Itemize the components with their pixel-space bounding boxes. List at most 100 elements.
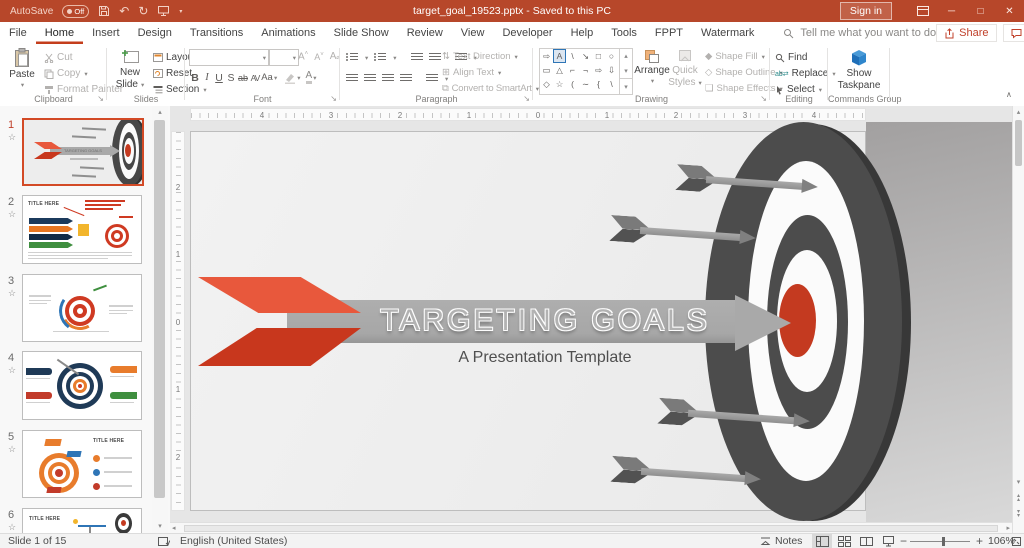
tab-developer[interactable]: Developer <box>493 22 561 44</box>
font-color-icon[interactable]: A <box>306 71 313 84</box>
highlight-pen-icon[interactable] <box>284 72 296 84</box>
slide-subtitle[interactable]: A Presentation Template <box>350 349 740 367</box>
slide-thumbnail-2[interactable]: TITLE HERE <box>22 195 142 264</box>
autosave-toggle[interactable]: Off <box>62 5 89 18</box>
animation-star-icon[interactable]: ☆ <box>8 288 16 299</box>
scroll-right-icon[interactable]: ▸ <box>1006 524 1010 532</box>
slide-sorter-view-button[interactable] <box>834 534 854 548</box>
new-slide-button[interactable]: New Slide▾ <box>111 48 149 90</box>
bullets-icon[interactable] <box>346 53 358 62</box>
share-button[interactable]: Share <box>936 24 996 42</box>
shapes-more-icon[interactable]: ▾ <box>620 78 632 94</box>
tab-insert[interactable]: Insert <box>83 22 129 44</box>
shape-arrow-icon[interactable]: ⇨ <box>540 49 553 63</box>
tab-help[interactable]: Help <box>562 22 603 44</box>
zoom-slider[interactable] <box>910 534 970 548</box>
vertical-scrollbar-thumb[interactable] <box>1015 120 1022 166</box>
decrease-indent-icon[interactable] <box>411 53 423 62</box>
animation-star-icon[interactable]: ☆ <box>8 209 16 220</box>
ribbon-display-options-icon[interactable] <box>908 0 937 22</box>
tab-animations[interactable]: Animations <box>252 22 324 44</box>
shape-brace-icon[interactable]: { <box>592 77 605 91</box>
scroll-left-icon[interactable]: ◂ <box>172 524 176 532</box>
clipboard-dialog-launcher-icon[interactable]: ↘ <box>97 94 104 103</box>
shape-arc-icon[interactable]: ( <box>566 77 579 91</box>
maximize-button[interactable]: □ <box>966 0 995 22</box>
slide-thumbnail-5[interactable]: TITLE HERE <box>22 430 142 498</box>
sign-in-button[interactable]: Sign in <box>840 2 892 20</box>
tab-review[interactable]: Review <box>398 22 452 44</box>
align-left-icon[interactable] <box>346 74 358 83</box>
shape-block-arrow-icon[interactable]: ⇨ <box>592 63 605 77</box>
shape-fill-button[interactable]: ◆ Shape Fill ▾ <box>705 49 765 64</box>
shape-elbow2-icon[interactable]: ¬ <box>579 63 592 77</box>
paragraph-dialog-launcher-icon[interactable]: ↘ <box>523 94 530 103</box>
paste-button[interactable]: Paste ▾ <box>6 48 38 89</box>
text-shadow-button[interactable]: S <box>225 71 237 85</box>
text-direction-button[interactable]: ⇅ Text Direction ▾ <box>442 49 518 64</box>
panel-scrollbar-thumb[interactable] <box>154 120 165 498</box>
slideshow-view-button[interactable] <box>878 534 898 548</box>
shape-elbow-icon[interactable]: ⌐ <box>566 63 579 77</box>
tab-fppt[interactable]: FPPT <box>646 22 692 44</box>
copy-button[interactable]: Copy ▾ <box>44 66 88 81</box>
fit-slide-button[interactable] <box>1011 534 1022 548</box>
shape-curve-icon[interactable]: ∼ <box>579 77 592 91</box>
slide-thumbnail-4[interactable] <box>22 351 142 420</box>
tab-slide-show[interactable]: Slide Show <box>325 22 398 44</box>
shapes-scroll-down-icon[interactable]: ▾ <box>620 64 632 79</box>
notes-button[interactable]: Notes <box>760 534 802 548</box>
shape-star-icon[interactable]: ☆ <box>553 77 566 91</box>
cut-button[interactable]: Cut <box>44 50 73 65</box>
shape-rounded-rect-icon[interactable]: ▭ <box>540 63 553 77</box>
shape-scribble-icon[interactable]: \ <box>605 77 618 91</box>
align-right-icon[interactable] <box>382 74 394 83</box>
shape-freeform-icon[interactable]: ◇ <box>540 77 553 91</box>
align-center-icon[interactable] <box>364 74 376 83</box>
undo-icon[interactable]: ↶ <box>119 4 129 18</box>
save-icon[interactable] <box>98 5 110 17</box>
tab-design[interactable]: Design <box>129 22 181 44</box>
redo-icon[interactable]: ↻ <box>138 4 148 18</box>
tab-tools[interactable]: Tools <box>602 22 646 44</box>
underline-button[interactable]: U <box>213 71 225 85</box>
tab-file[interactable]: File <box>0 22 36 44</box>
start-slideshow-icon[interactable] <box>157 5 170 17</box>
vertical-ruler[interactable]: 2 1 0 1 2 <box>171 131 185 511</box>
character-spacing-button[interactable]: AV <box>249 71 261 85</box>
zoom-out-button[interactable]: − <box>900 534 907 548</box>
panel-scroll-up-icon[interactable]: ▴ <box>152 106 168 118</box>
horizontal-scrollbar[interactable]: ◂ ▸ <box>170 522 1012 533</box>
close-button[interactable]: ✕ <box>995 0 1024 22</box>
shape-triangle-icon[interactable]: △ <box>553 63 566 77</box>
italic-button[interactable]: I <box>201 71 213 85</box>
quick-access-caret-icon[interactable]: ▾ <box>179 8 182 15</box>
normal-view-button[interactable] <box>812 534 832 548</box>
shrink-font-button[interactable]: A˅ <box>314 52 324 62</box>
font-name-combo[interactable]: ▾ <box>189 49 269 66</box>
increase-indent-icon[interactable] <box>429 53 441 62</box>
scroll-down-icon[interactable]: ▾ <box>1013 478 1024 486</box>
animation-star-icon[interactable]: ☆ <box>8 132 16 143</box>
next-slide-button[interactable]: ▾▾ <box>1013 510 1024 518</box>
shape-textbox-icon[interactable]: A <box>553 49 566 63</box>
drawing-dialog-launcher-icon[interactable]: ↘ <box>760 94 767 103</box>
arrange-button[interactable]: Arrange ▾ <box>635 49 669 85</box>
align-text-button[interactable]: ⊞ Align Text ▾ <box>442 65 501 80</box>
tab-transitions[interactable]: Transitions <box>181 22 252 44</box>
slide-title[interactable]: TARGETING GOALS <box>350 304 740 338</box>
tab-home[interactable]: Home <box>36 22 83 44</box>
minimize-button[interactable]: ─ <box>937 0 966 22</box>
tab-view[interactable]: View <box>452 22 494 44</box>
strikethrough-button[interactable]: ab <box>237 71 249 85</box>
panel-scroll-down-icon[interactable]: ▾ <box>152 520 168 532</box>
animation-star-icon[interactable]: ☆ <box>8 522 16 533</box>
animation-star-icon[interactable]: ☆ <box>8 365 16 376</box>
quick-styles-button[interactable]: Quick Styles▾ <box>669 49 701 88</box>
find-button[interactable]: Find <box>775 50 807 65</box>
tell-me-box[interactable]: Tell me what you want to do <box>783 22 936 44</box>
columns-icon[interactable] <box>426 74 438 83</box>
shape-arrow-line-icon[interactable]: ↘ <box>579 49 592 63</box>
comments-button[interactable]: Comments <box>1003 24 1024 42</box>
collapse-ribbon-icon[interactable]: ∧ <box>1006 90 1012 99</box>
